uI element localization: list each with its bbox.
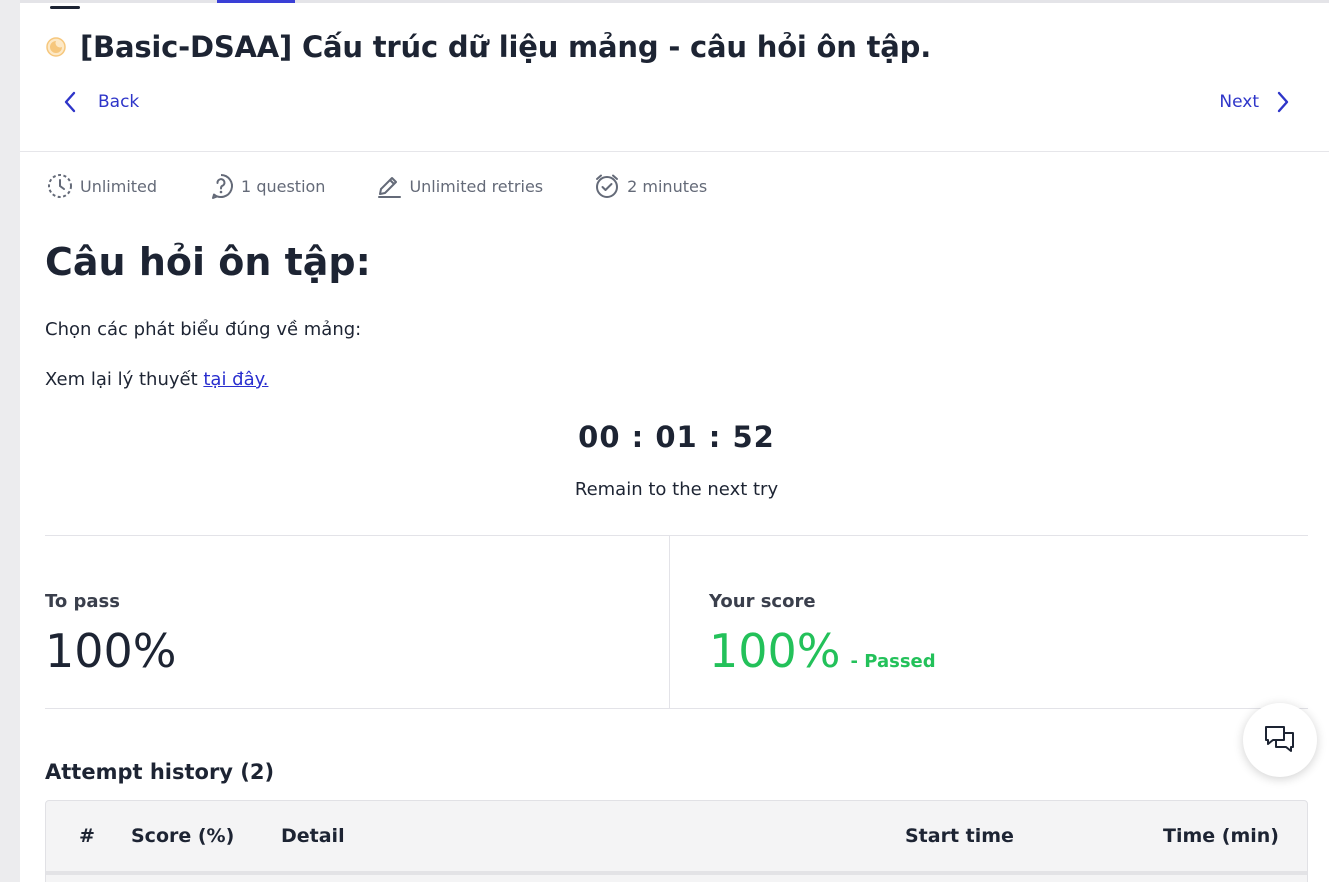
next-link[interactable]: Next: [1219, 89, 1291, 115]
clock-dashed-icon: [48, 174, 72, 198]
meta-duration-label: 2 minutes: [627, 176, 708, 196]
quiz-panel: [Basic-DSAA] Cấu trúc dữ liệu mảng - câu…: [20, 0, 1329, 882]
question-prompt: Chọn các phát biểu đúng về mảng:: [45, 319, 362, 340]
review-prefix: Xem lại lý thuyết: [45, 369, 204, 390]
question-bubble-icon: [212, 174, 233, 199]
lesson-title: [Basic-DSAA] Cấu trúc dữ liệu mảng - câu…: [80, 30, 932, 64]
alarm-check-icon: [596, 174, 619, 198]
table-header-divider: [46, 871, 1307, 875]
meta-time-limit: Unlimited: [46, 172, 157, 200]
menu-toggle[interactable]: [50, 6, 80, 9]
lesson-header: [Basic-DSAA] Cấu trúc dữ liệu mảng - câu…: [46, 30, 931, 64]
meta-question-count: 1 question: [207, 172, 325, 200]
chevron-left-icon: [64, 91, 76, 113]
your-score-value: 100%: [709, 624, 841, 678]
table-header-row: # Score (%) Detail Start time Time (min): [46, 801, 1307, 871]
attempt-history-title: Attempt history (2): [45, 760, 275, 784]
chat-button[interactable]: [1243, 703, 1317, 777]
column-header-time[interactable]: Time (min): [1163, 825, 1279, 847]
meta-question-count-label: 1 question: [241, 176, 326, 196]
meta-time-limit-label: Unlimited: [80, 176, 158, 196]
review-link[interactable]: tại đây.: [203, 369, 268, 390]
pencil-edit-icon: [378, 177, 402, 198]
meta-retries: Unlimited retries: [375, 172, 543, 200]
back-link[interactable]: Back: [62, 89, 139, 115]
chevron-right-icon: [1277, 91, 1289, 113]
retry-countdown-caption: Remain to the next try: [574, 479, 779, 500]
your-score-label: Your score: [709, 591, 816, 612]
section-heading: Câu hỏi ôn tập:: [45, 240, 371, 284]
meta-retries-label: Unlimited retries: [409, 176, 544, 196]
score-summary: To pass 100% Your score 100% - Passed: [45, 535, 1308, 709]
column-header-start-time[interactable]: Start time: [905, 825, 1014, 847]
to-pass-value: 100%: [45, 624, 177, 678]
attempt-history-table: # Score (%) Detail Start time Time (min): [45, 800, 1308, 882]
passed-status: - Passed: [850, 651, 936, 672]
active-tab-indicator: [217, 0, 295, 3]
column-header-score[interactable]: Score (%): [131, 825, 234, 847]
chat-bubbles-icon: [1265, 726, 1294, 752]
to-pass-label: To pass: [45, 591, 120, 612]
quiz-meta: Unlimited 1 question Unlimited retries 2…: [46, 172, 757, 200]
score-divider: [669, 536, 670, 708]
header-divider: [20, 151, 1329, 152]
meta-duration: 2 minutes: [593, 172, 707, 200]
column-header-detail[interactable]: Detail: [281, 825, 345, 847]
column-header-index[interactable]: #: [79, 825, 95, 847]
progress-status-icon: [46, 37, 66, 57]
your-score: 100% - Passed: [709, 624, 936, 678]
next-label: Next: [1219, 92, 1259, 112]
retry-countdown: 00 : 01 : 52: [578, 420, 775, 454]
back-label: Back: [98, 92, 140, 112]
review-note: Xem lại lý thuyết tại đây.: [45, 369, 268, 390]
